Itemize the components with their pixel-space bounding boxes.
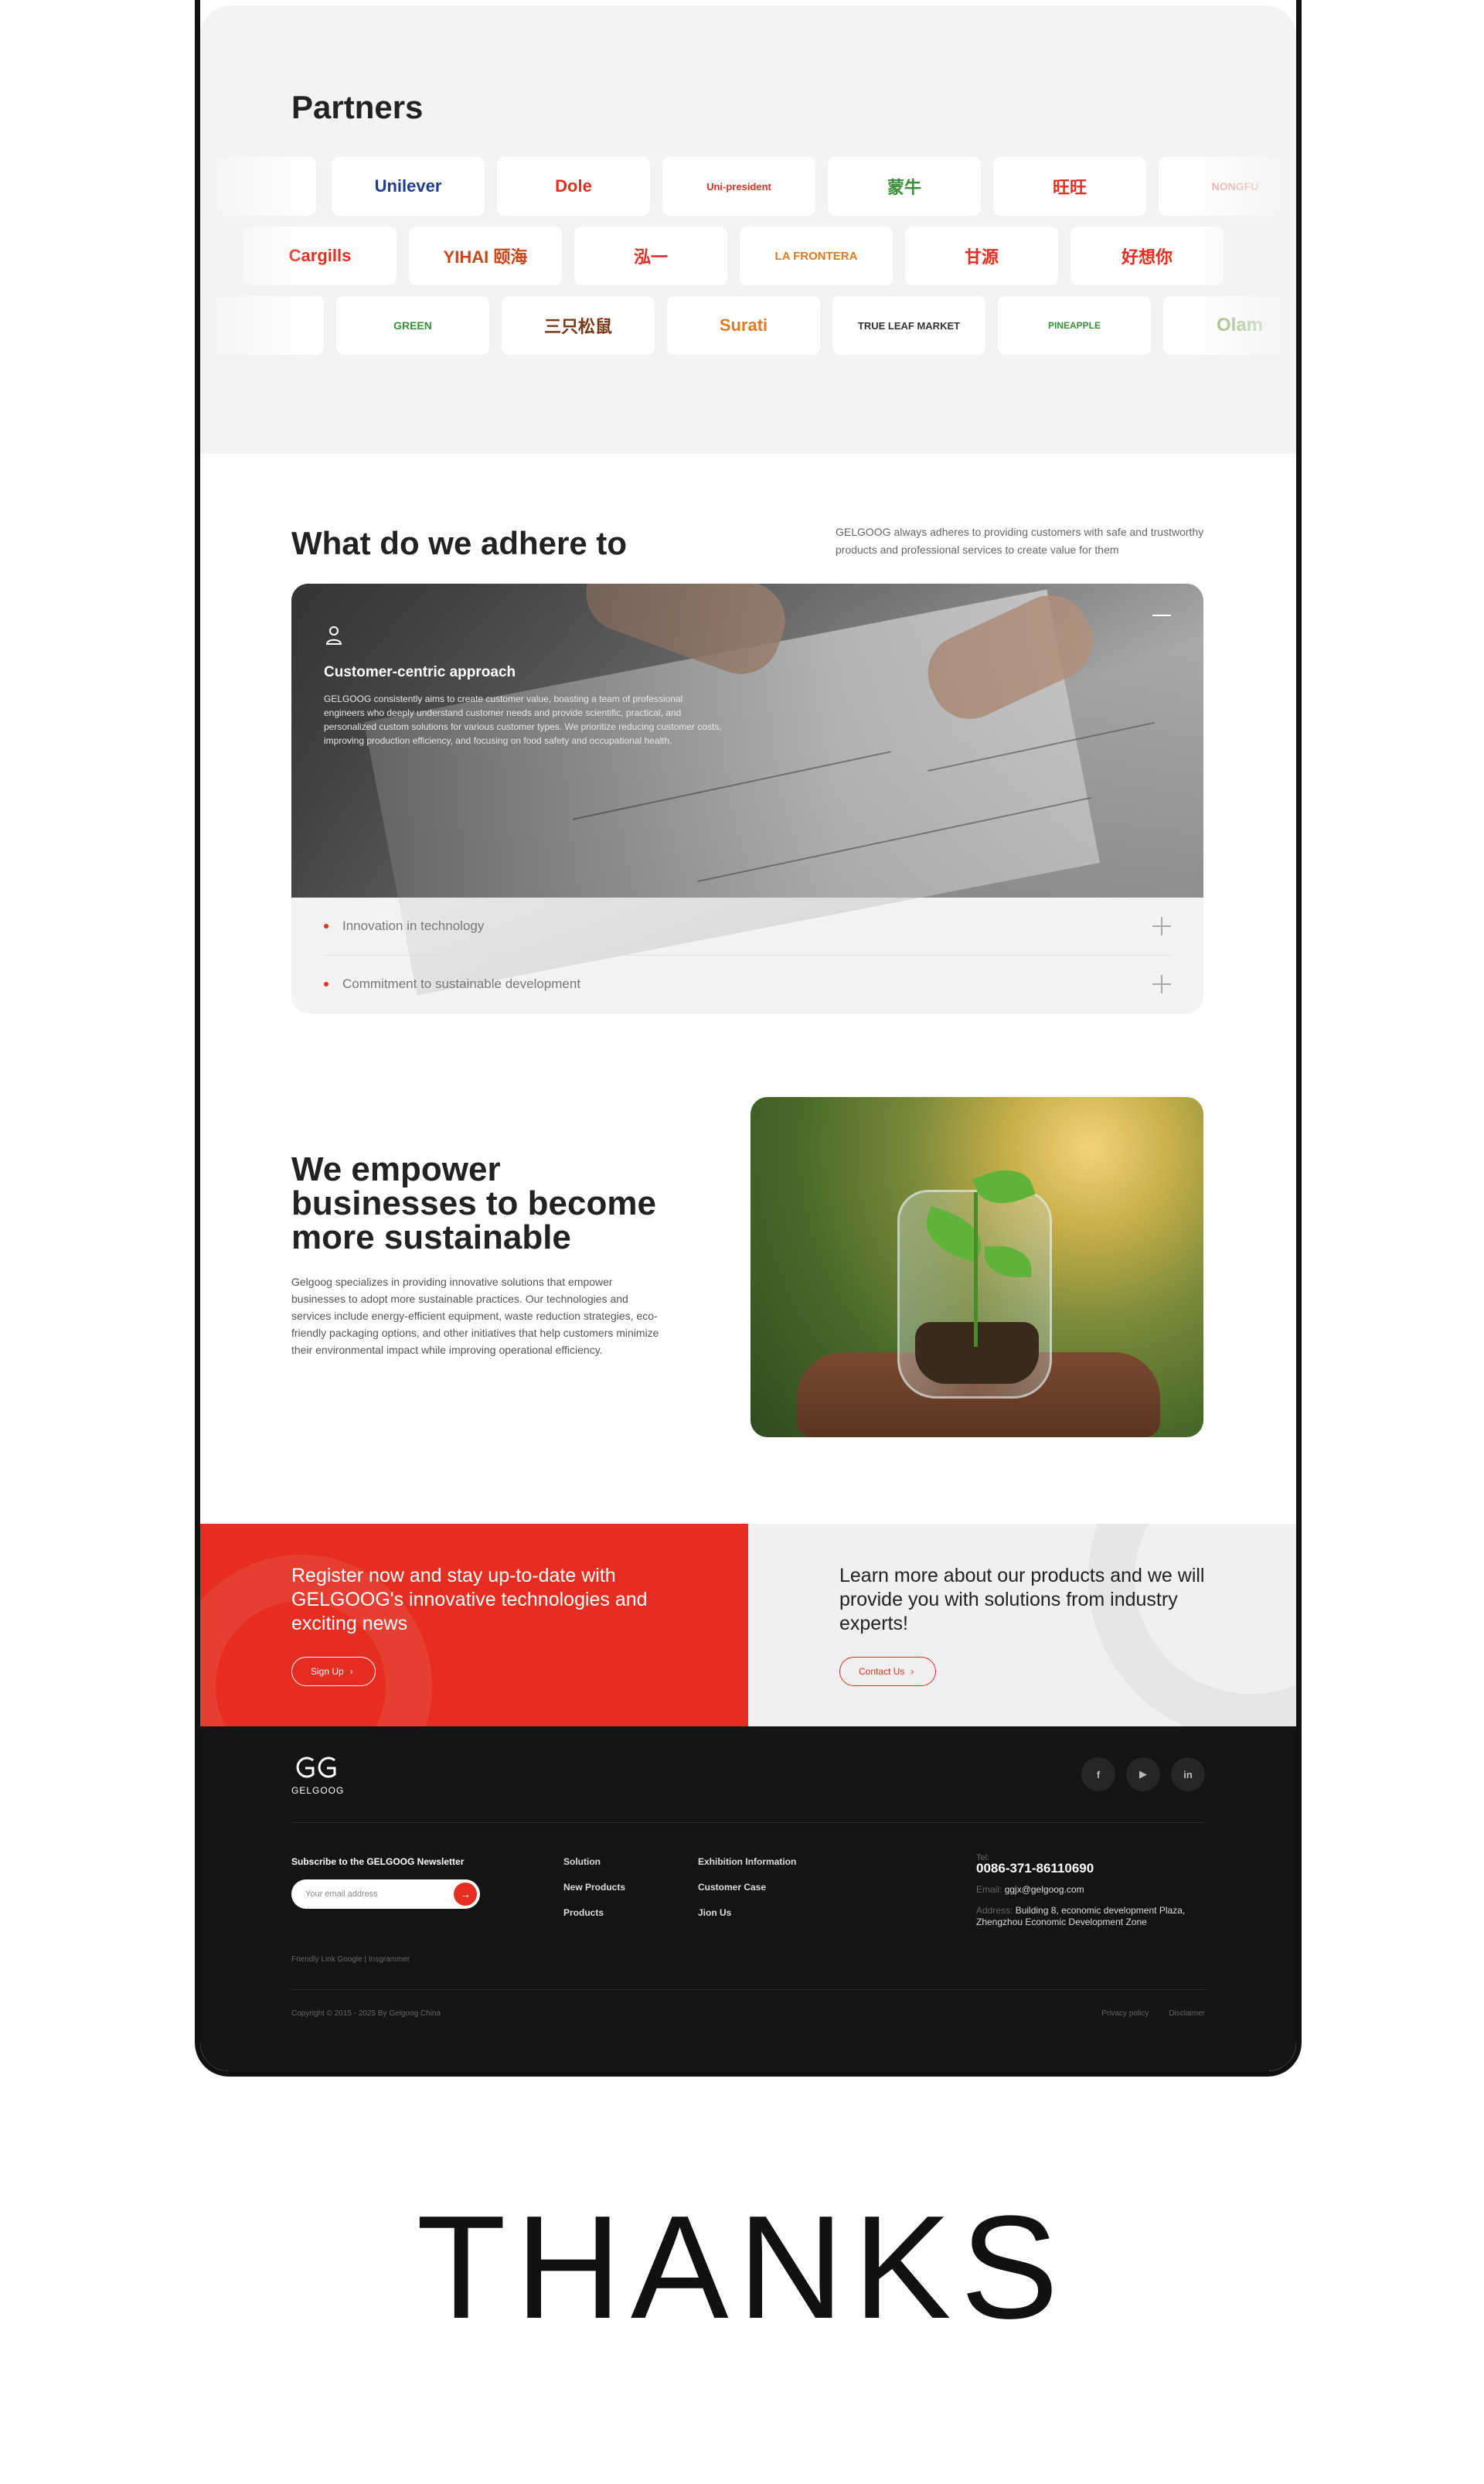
- logo-trueleaf: TRUE LEAF MARKET: [832, 296, 985, 355]
- screen: Partners Unilever Dole Uni-president 蒙牛 …: [200, 5, 1296, 2071]
- thanks-heading: THANKS: [416, 2186, 1068, 2349]
- leaf-shape: [985, 1246, 1031, 1277]
- contact-cta: Learn more about our products and we wil…: [748, 1524, 1296, 1726]
- collapse-icon[interactable]: [1152, 615, 1171, 616]
- youtube-icon[interactable]: ▶: [1126, 1757, 1160, 1791]
- contact-cta-title: Learn more about our products and we wil…: [839, 1565, 1205, 1634]
- footer-divider: [291, 1822, 1205, 1823]
- jar-shape: [897, 1160, 1052, 1399]
- fade-right: [1188, 296, 1296, 355]
- sign-up-label: Sign Up: [311, 1666, 344, 1677]
- logo-row-2: Cargills YIHAI 颐海 泓一 LA FRONTERA 甘源 好想你: [200, 227, 1296, 285]
- arrow-right-icon[interactable]: →: [454, 1883, 477, 1906]
- footer-link-customer-case[interactable]: Customer Case: [698, 1882, 796, 1893]
- accordion-active-text: GELGOOG consistently aims to create cust…: [324, 693, 722, 746]
- privacy-policy-link[interactable]: Privacy policy: [1101, 2009, 1149, 2018]
- address-line: Address: Building 8, economic developmen…: [976, 1905, 1208, 1928]
- register-cta-title: Register now and stay up-to-date with GE…: [291, 1565, 648, 1634]
- disclaimer-link[interactable]: Disclaimer: [1169, 2009, 1205, 2018]
- footer-links-col-2: Exhibition Information Customer Case Jio…: [698, 1856, 796, 1933]
- sustainable-title: We empower businesses to become more sus…: [291, 1150, 656, 1256]
- leaf-shape: [917, 1205, 990, 1264]
- email-label: Email:: [976, 1884, 1002, 1895]
- stem-shape: [974, 1192, 978, 1347]
- logo-surati: Surati: [667, 296, 820, 355]
- values-accordion: Customer-centric approach GELGOOG consis…: [291, 584, 1203, 1014]
- chevron-right-icon: ›: [910, 1666, 914, 1677]
- person-pin-icon: [325, 626, 342, 645]
- logo-hongyi: 泓一: [574, 227, 727, 285]
- footer-contact: Tel: 0086-371-86110690 Email: ggjx@gelgo…: [976, 1853, 1208, 1937]
- newsletter-title: Subscribe to the GELGOOG Newsletter: [291, 1856, 465, 1867]
- fade-left: [200, 157, 308, 216]
- accordion-item-sustainable[interactable]: Commitment to sustainable development: [324, 956, 1171, 1013]
- bullet-dot: [324, 924, 328, 929]
- logo-pineapple: PINEAPPLE: [998, 296, 1151, 355]
- footer-link-exhibition[interactable]: Exhibition Information: [698, 1856, 796, 1867]
- adhere-title: What do we adhere to: [291, 525, 628, 561]
- register-cta: Register now and stay up-to-date with GE…: [200, 1524, 748, 1726]
- email-line: Email: ggjx@gelgoog.com: [976, 1884, 1208, 1896]
- expand-icon[interactable]: [1152, 917, 1171, 935]
- logo-green: GREEN: [336, 296, 489, 355]
- sign-up-button[interactable]: Sign Up ›: [291, 1657, 376, 1686]
- logo-wangwang: 旺旺: [993, 157, 1146, 216]
- accordion-item-innovation[interactable]: Innovation in technology: [324, 898, 1171, 955]
- device-frame: Partners Unilever Dole Uni-president 蒙牛 …: [195, 0, 1302, 2077]
- fade-left: [200, 296, 308, 355]
- footer-brand: GELGOOG: [291, 1785, 345, 1796]
- footer-links-col-1: Solution New Products Products: [563, 1856, 625, 1933]
- footer-link-new-products[interactable]: New Products: [563, 1882, 625, 1893]
- accordion-active-panel[interactable]: Customer-centric approach GELGOOG consis…: [291, 584, 1203, 996]
- gelgoog-logo-icon: [296, 1757, 336, 1778]
- leaf-shape: [972, 1160, 1036, 1213]
- adhere-description: GELGOOG always adheres to providing cust…: [836, 526, 1204, 556]
- logo-row-3: GREEN 三只松鼠 Surati TRUE LEAF MARKET PINEA…: [200, 296, 1296, 355]
- footer: GELGOOG f ▶ in Subscribe to the GELGOOG …: [200, 1726, 1296, 2071]
- footer-link-join-us[interactable]: Jion Us: [698, 1907, 796, 1918]
- footer-link-solution[interactable]: Solution: [563, 1856, 625, 1867]
- email-placeholder: Your email address: [305, 1889, 378, 1899]
- contact-us-label: Contact Us: [859, 1666, 905, 1677]
- logo-ganyuan: 甘源: [905, 227, 1058, 285]
- logo-uni-president: Uni-president: [662, 157, 815, 216]
- logo-mengniu: 蒙牛: [828, 157, 981, 216]
- fade-right: [1188, 227, 1296, 285]
- accordion-active-title: Customer-centric approach: [324, 664, 516, 680]
- tel-value[interactable]: 0086-371-86110690: [976, 1861, 1208, 1876]
- chevron-right-icon: ›: [349, 1666, 353, 1677]
- logo-three-squirrels: 三只松鼠: [502, 296, 655, 355]
- footer-link-products[interactable]: Products: [563, 1907, 625, 1918]
- accordion-item-label: Commitment to sustainable development: [342, 976, 581, 991]
- partners-title: Partners: [291, 89, 424, 125]
- linkedin-icon[interactable]: in: [1171, 1757, 1205, 1791]
- logo-dole: Dole: [497, 157, 650, 216]
- expand-icon[interactable]: [1152, 975, 1171, 993]
- fade-left: [200, 227, 308, 285]
- partners-section: Partners Unilever Dole Uni-president 蒙牛 …: [200, 5, 1296, 454]
- logo-lafrontera: LA FRONTERA: [740, 227, 893, 285]
- legal-links: Privacy policy Disclaimer: [1101, 2009, 1205, 2018]
- logo-row-1: Unilever Dole Uni-president 蒙牛 旺旺 NONGFU: [200, 157, 1296, 216]
- facebook-icon[interactable]: f: [1081, 1757, 1115, 1791]
- logo-unilever: Unilever: [332, 157, 485, 216]
- logo-yihai: YIHAI 颐海: [409, 227, 562, 285]
- newsletter-email-input[interactable]: Your email address →: [291, 1879, 480, 1909]
- sustainable-text: Gelgoog specializes in providing innovat…: [291, 1276, 659, 1356]
- social-links: f ▶ in: [1081, 1757, 1205, 1791]
- email-value[interactable]: ggjx@gelgoog.com: [1005, 1884, 1084, 1895]
- address-label: Address:: [976, 1905, 1013, 1916]
- plant-in-jar-image: [751, 1097, 1203, 1437]
- copyright: Copyright © 2015 - 2025 By Gelgoog China: [291, 2009, 441, 2018]
- footer-divider: [291, 1989, 1205, 1990]
- accordion-item-label: Innovation in technology: [342, 918, 485, 933]
- friendly-links[interactable]: Friendly Link Google | Insgrammer: [291, 1955, 410, 1964]
- footer-logo[interactable]: GELGOOG: [291, 1754, 344, 1796]
- contact-us-button[interactable]: Contact Us ›: [839, 1657, 937, 1686]
- fade-right: [1188, 157, 1296, 216]
- bullet-dot: [324, 982, 328, 986]
